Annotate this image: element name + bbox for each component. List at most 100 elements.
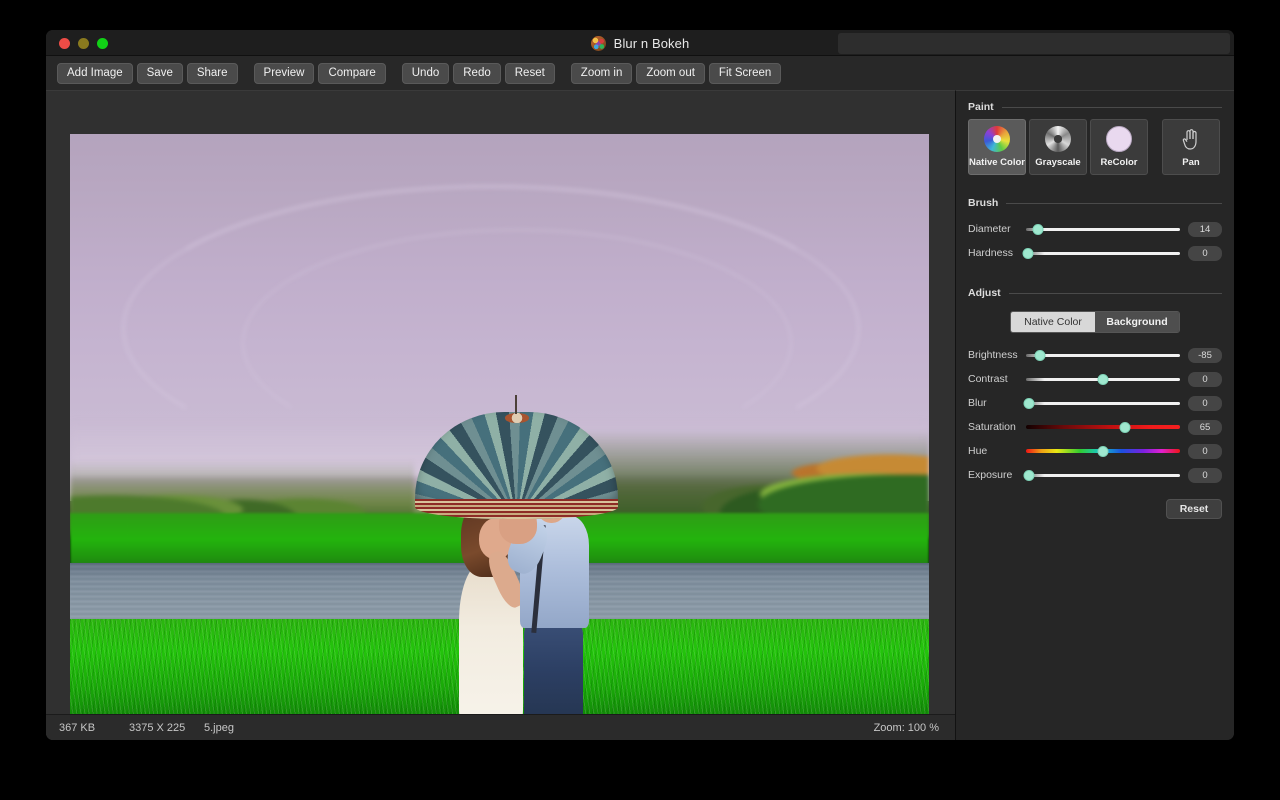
slider-track-area[interactable] xyxy=(1023,467,1180,483)
slider-value: 14 xyxy=(1188,221,1222,237)
hand-icon xyxy=(1178,126,1204,152)
adjust-target-segmented-wrap: Native Color Background xyxy=(956,311,1234,333)
brush-section-header: Brush xyxy=(956,197,1234,209)
section-divider xyxy=(1008,292,1222,294)
tool-grayscale[interactable]: Grayscale xyxy=(1029,119,1087,175)
preview-button[interactable]: Preview xyxy=(253,62,315,84)
slider-track xyxy=(1026,353,1180,357)
redo-button[interactable]: Redo xyxy=(453,62,501,84)
add-image-button[interactable]: Add Image xyxy=(57,62,133,84)
slider-knob[interactable] xyxy=(1119,421,1131,433)
slider-track-saturation-gradient xyxy=(1026,425,1180,429)
slider-label: Blur xyxy=(968,397,987,409)
image-dimensions-label: 3375 X 225 xyxy=(129,721,186,734)
toolbar-group-view: Preview Compare xyxy=(253,62,386,84)
slider-track-area[interactable] xyxy=(1026,347,1180,363)
fit-screen-button[interactable]: Fit Screen xyxy=(708,62,782,84)
reset-button[interactable]: Reset xyxy=(504,62,555,84)
slider-hue[interactable]: Hue 0 xyxy=(956,439,1234,463)
undo-button[interactable]: Undo xyxy=(401,62,450,84)
share-button[interactable]: Share xyxy=(186,62,238,84)
editor-pane: 367 KB 3375 X 225 5.jpeg Zoom: 100 % xyxy=(46,90,955,740)
slider-track-area[interactable] xyxy=(1026,371,1180,387)
slider-knob[interactable] xyxy=(1034,349,1046,361)
slider-knob[interactable] xyxy=(1022,247,1034,259)
zoom-in-button[interactable]: Zoom in xyxy=(570,62,633,84)
file-size-label: 367 KB xyxy=(59,721,96,734)
tool-label: Pan xyxy=(1182,157,1200,168)
controls-panel: Paint Native Color Grayscale ReColor Pan… xyxy=(955,90,1234,740)
titlebar: Blur n Bokeh xyxy=(46,30,1234,56)
paint-section-header: Paint xyxy=(956,101,1234,113)
tool-recolor[interactable]: ReColor xyxy=(1090,119,1148,175)
slider-track-area[interactable] xyxy=(1023,395,1180,411)
slider-blur[interactable]: Blur 0 xyxy=(956,391,1234,415)
slider-knob[interactable] xyxy=(1023,469,1035,481)
statusbar: 367 KB 3375 X 225 5.jpeg Zoom: 100 % xyxy=(46,714,955,740)
slider-track-area[interactable] xyxy=(1026,443,1180,459)
statusbar-left: 367 KB 3375 X 225 5.jpeg xyxy=(46,722,234,734)
segment-native-color[interactable]: Native Color xyxy=(1011,312,1095,332)
slider-track-area[interactable] xyxy=(1026,221,1180,237)
slider-label: Diameter xyxy=(968,223,1011,235)
section-divider xyxy=(1006,202,1222,204)
umbrella-stripe-border xyxy=(415,498,619,519)
slider-label: Brightness xyxy=(968,349,1018,361)
umbrella-tip xyxy=(514,395,517,415)
slider-contrast[interactable]: Contrast 0 xyxy=(956,367,1234,391)
slider-value: 0 xyxy=(1188,443,1222,459)
slider-saturation[interactable]: Saturation 65 xyxy=(956,415,1234,439)
section-divider xyxy=(1001,106,1222,108)
compare-button[interactable]: Compare xyxy=(318,62,386,84)
adjust-reset-button[interactable]: Reset xyxy=(1166,499,1222,519)
slider-value: 0 xyxy=(1188,395,1222,411)
slider-track xyxy=(1026,473,1180,477)
umbrella xyxy=(415,395,619,519)
adjust-target-segmented[interactable]: Native Color Background xyxy=(1010,311,1180,333)
adjust-reset-wrap: Reset xyxy=(956,487,1234,519)
couple-subject xyxy=(415,395,619,726)
toolbar-group-file: Add Image Save Share xyxy=(57,62,238,84)
zoom-out-button[interactable]: Zoom out xyxy=(636,62,705,84)
slider-knob[interactable] xyxy=(1097,445,1109,457)
window-title: Blur n Bokeh xyxy=(613,35,690,51)
slider-label: Saturation xyxy=(968,421,1016,433)
slider-value: 65 xyxy=(1188,419,1222,435)
image-canvas[interactable] xyxy=(70,134,929,726)
save-button[interactable]: Save xyxy=(136,62,183,84)
tool-label: ReColor xyxy=(1100,157,1138,168)
slider-knob[interactable] xyxy=(1097,373,1109,385)
slider-brightness[interactable]: Brightness -85 xyxy=(956,343,1234,367)
adjust-section-header: Adjust xyxy=(956,287,1234,299)
tool-label: Native Color xyxy=(969,157,1025,168)
slider-label: Hue xyxy=(968,445,988,457)
slider-label: Exposure xyxy=(968,469,1013,481)
palette-icon xyxy=(590,35,606,51)
toolbar: Add Image Save Share Preview Compare Und… xyxy=(46,56,1234,90)
slider-value: -85 xyxy=(1188,347,1222,363)
slider-knob[interactable] xyxy=(1032,223,1044,235)
segment-background[interactable]: Background xyxy=(1095,312,1179,332)
slider-diameter[interactable]: Diameter 14 xyxy=(956,217,1234,241)
slider-knob[interactable] xyxy=(1023,397,1035,409)
slider-track-area[interactable] xyxy=(1026,419,1180,435)
grayscale-wheel-icon xyxy=(1045,126,1071,152)
slider-track xyxy=(1026,401,1180,405)
filename-label: 5.jpeg xyxy=(204,721,234,734)
paint-section-title: Paint xyxy=(968,101,994,113)
slider-value: 0 xyxy=(1188,467,1222,483)
paint-tool-row: Native Color Grayscale ReColor Pan xyxy=(956,113,1234,175)
tool-label: Grayscale xyxy=(1035,157,1081,168)
photo xyxy=(70,134,929,726)
tool-native-color[interactable]: Native Color xyxy=(968,119,1026,175)
slider-track-area[interactable] xyxy=(1022,245,1180,261)
color-wheel-icon xyxy=(984,126,1010,152)
titlebar-right-field xyxy=(838,33,1230,54)
slider-hardness[interactable]: Hardness 0 xyxy=(956,241,1234,265)
tool-pan[interactable]: Pan xyxy=(1162,119,1220,175)
slider-track xyxy=(1026,227,1180,231)
umbrella-hub xyxy=(504,413,529,423)
toolbar-group-history: Undo Redo Reset xyxy=(401,62,555,84)
slider-exposure[interactable]: Exposure 0 xyxy=(956,463,1234,487)
brush-section-title: Brush xyxy=(968,197,999,209)
